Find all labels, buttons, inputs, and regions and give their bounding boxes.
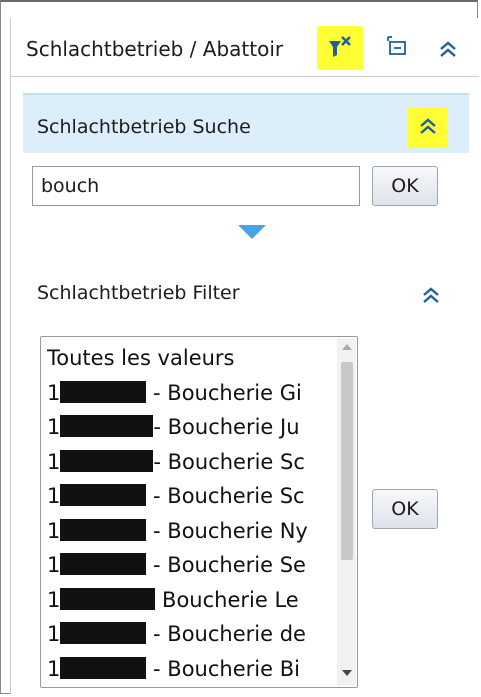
list-item-label: - Boucherie de [146,622,306,646]
list-item[interactable]: 1 - Boucherie Sc [47,479,339,514]
list-item[interactable]: 1 - Boucherie Bi [47,652,339,687]
filter-ok-button[interactable]: OK [372,489,438,529]
clear-filter-button[interactable] [317,26,363,70]
list-item-prefix: 1 [47,553,61,577]
scroll-up-icon[interactable] [342,344,352,350]
collapse-icon [423,287,439,303]
redaction-bar [60,518,147,541]
redaction-bar [60,622,147,644]
expand-arrow-icon[interactable] [237,224,267,240]
redaction-bar [60,656,147,679]
list-item-prefix: 1 [47,484,61,508]
scroll-thumb[interactable] [341,362,353,560]
list-item[interactable]: 1 - Boucherie Se [47,548,339,583]
list-item[interactable]: 1 - Boucherie de [47,617,339,652]
list-item[interactable]: 1 - Boucherie Sc [47,445,339,480]
filter-listbox[interactable]: Toutes les valeurs 1 - Boucherie Gi 1 - B… [40,336,358,688]
list-item-label: Boucherie Le [155,587,299,612]
listbox-scrollbar[interactable] [337,338,356,686]
list-item-prefix: 1 [47,587,61,612]
dock-button[interactable] [386,35,410,59]
list-item[interactable]: 1 - Boucherie Ny [47,514,339,549]
list-item-label: - Boucherie Sc [146,484,305,508]
filter-section-collapse-button[interactable] [419,284,443,306]
redaction-bar [60,587,156,610]
panel-title: Schlachtbetrieb / Abattoir [26,37,284,61]
filter-section-title: Schlachtbetrieb Filter [37,282,240,304]
redaction-bar [60,553,147,575]
list-item-prefix: 1 [47,415,61,439]
list-item[interactable]: 1 - Boucherie Gi [47,376,339,411]
list-item-label: Toutes les valeurs [47,346,235,370]
redaction-bar [60,449,154,472]
abattoir-panel: Schlachtbetrieb / Abattoir Schlachtbetri… [10,18,479,694]
list-item[interactable]: 1 Boucherie Le [47,583,339,618]
collapse-icon [420,118,436,134]
list-item-label: - Boucherie Ny [146,518,308,543]
redaction-bar [60,415,154,437]
collapse-panel-button[interactable] [436,38,460,60]
filter-clear-icon [329,36,351,57]
list-item-prefix: 1 [47,380,61,405]
search-input[interactable] [32,166,360,206]
collapse-icon [440,41,456,57]
scroll-down-icon[interactable] [342,670,352,676]
list-item-prefix: 1 [47,449,61,474]
search-ok-button[interactable]: OK [372,166,438,206]
search-section-collapse-button[interactable] [407,108,447,148]
list-item[interactable]: Toutes les valeurs [47,341,339,376]
list-item-label: - Boucherie Gi [146,380,302,405]
search-section-title: Schlachtbetrieb Suche [37,116,251,138]
list-item-label: - Boucherie Sc [153,449,305,474]
list-item-label: - Boucherie Ju [153,415,300,439]
dock-icon [387,36,406,55]
list-item-label: - Boucherie Se [146,553,306,577]
list-item-prefix: 1 [47,518,61,543]
list-item-prefix: 1 [47,622,61,646]
list-item-prefix: 1 [47,656,61,681]
panel-header: Schlachtbetrieb / Abattoir [11,18,479,77]
redaction-bar [60,484,147,506]
list-item-label: - Boucherie Bi [146,656,300,681]
list-item[interactable]: 1 - Boucherie Ju [47,410,339,445]
redaction-bar [60,380,147,403]
